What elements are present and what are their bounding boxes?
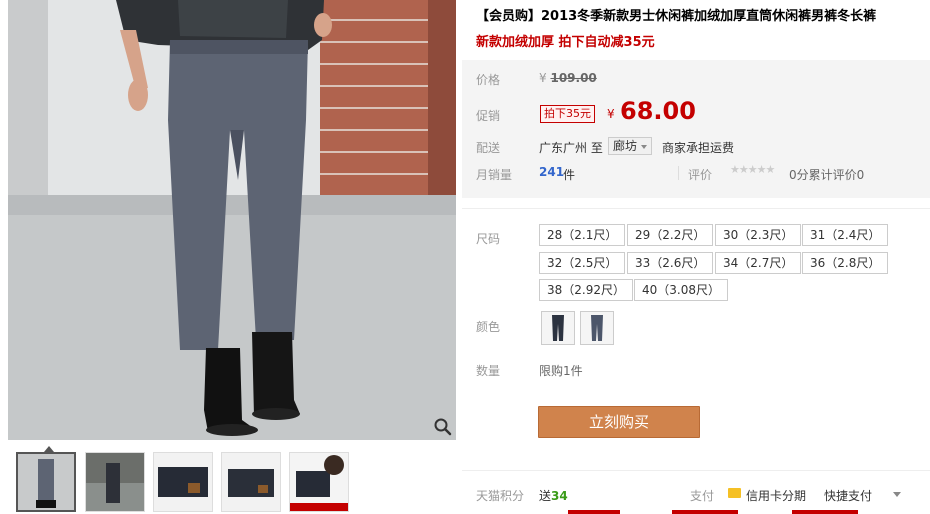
chevron-down-icon[interactable]: [893, 492, 901, 497]
review-count[interactable]: 0分累计评价0: [789, 166, 864, 183]
star-icon: ★★★★★: [730, 163, 775, 176]
monthly-sales-count: 241: [539, 165, 565, 179]
shipping-label: 配送: [476, 141, 501, 155]
chevron-down-icon: [641, 144, 648, 149]
main-product-image[interactable]: [8, 0, 456, 440]
size-option[interactable]: 30（2.3尺）: [715, 224, 802, 246]
size-option[interactable]: 28（2.1尺）: [539, 224, 626, 246]
divider: [462, 208, 930, 209]
magnifier-icon[interactable]: [432, 416, 454, 438]
points-value: 送34: [539, 487, 568, 504]
original-price-value: 109.00: [550, 71, 597, 85]
ship-to-select[interactable]: 廊坊: [608, 137, 653, 155]
thumbnail-5[interactable]: [289, 452, 349, 512]
product-title: 【会员购】2013冬季新款男士休闲裤加绒加厚直筒休闲裤男裤冬长裤: [476, 9, 877, 24]
color-swatch-2[interactable]: [580, 311, 614, 345]
size-option[interactable]: 31（2.4尺）: [802, 224, 889, 246]
promo-tag: 拍下35元: [540, 105, 595, 123]
points-label: 天猫积分: [476, 489, 525, 503]
credit-installment-link[interactable]: 信用卡分期: [746, 487, 806, 504]
thumbnail-1[interactable]: [16, 452, 76, 512]
partial-button: [568, 510, 620, 514]
size-option[interactable]: 40（3.08尺）: [634, 279, 728, 301]
original-price: ¥ 109.00: [539, 71, 597, 85]
size-option[interactable]: 32（2.5尺）: [539, 252, 626, 274]
monthly-sales-label: 月销量: [476, 168, 513, 182]
quantity-label: 数量: [476, 364, 501, 378]
payment-label: 支付: [690, 489, 715, 503]
divider: [678, 166, 679, 180]
ship-to-value: 廊坊: [613, 139, 638, 153]
thumbnail-4[interactable]: [221, 452, 281, 512]
size-option[interactable]: 33（2.6尺）: [627, 252, 714, 274]
color-label: 颜色: [476, 320, 501, 334]
quick-pay-link[interactable]: 快捷支付: [824, 487, 872, 504]
buy-now-button[interactable]: 立刻购买: [538, 406, 700, 438]
review-label: 评价: [688, 168, 713, 182]
size-label: 尺码: [476, 232, 501, 246]
partial-button: [792, 510, 858, 514]
color-swatch-1[interactable]: [541, 311, 575, 345]
points-number: 34: [551, 489, 568, 503]
size-option[interactable]: 38（2.92尺）: [539, 279, 633, 301]
current-price-currency: ¥: [607, 107, 615, 121]
size-option[interactable]: 29（2.2尺）: [627, 224, 714, 246]
monthly-sales-unit: 件: [563, 168, 576, 182]
current-price: 68.00: [620, 97, 696, 125]
partial-button: [672, 510, 738, 514]
promo-label: 促销: [476, 109, 501, 123]
credit-card-icon: [728, 488, 741, 498]
size-option[interactable]: 36（2.8尺）: [802, 252, 889, 274]
price-label: 价格: [476, 73, 501, 87]
original-price-currency: ¥: [539, 71, 547, 85]
thumbnail-3[interactable]: [153, 452, 213, 512]
quantity-limit: 限购1件: [539, 364, 583, 378]
shipping-fee: 商家承担运费: [662, 141, 735, 155]
points-prefix: 送: [539, 489, 552, 503]
ship-from: 广东广州 至: [539, 141, 603, 155]
thumbnail-strip: [16, 452, 456, 514]
thumbnail-2[interactable]: [85, 452, 145, 512]
product-subtitle: 新款加绒加厚 拍下自动减35元: [476, 35, 655, 50]
divider: [462, 470, 930, 471]
size-option[interactable]: 34（2.7尺）: [715, 252, 802, 274]
